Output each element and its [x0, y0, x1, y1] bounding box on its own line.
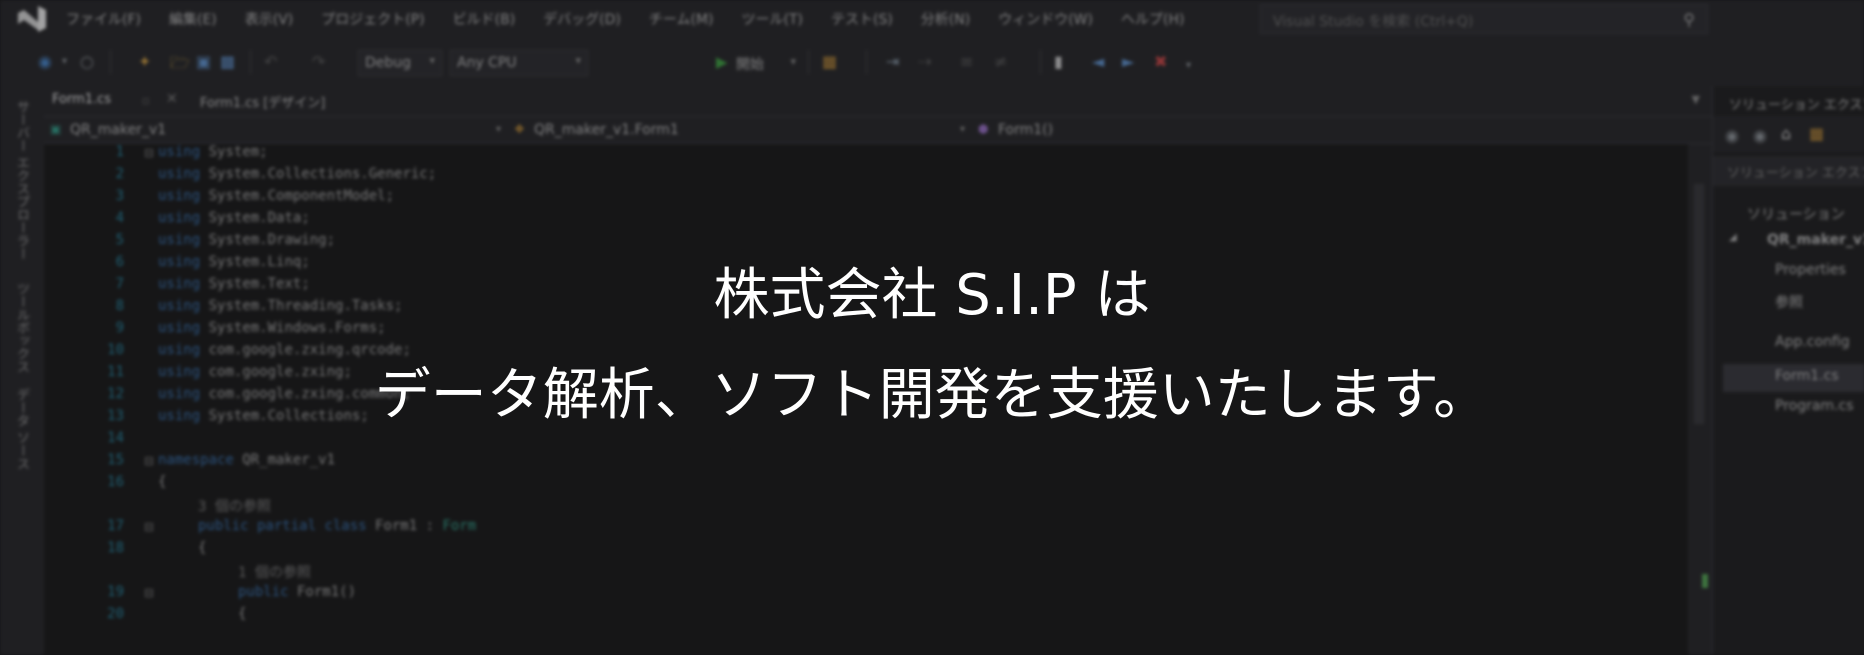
company-headline: 株式会社 S.I.P は: [713, 263, 1151, 328]
service-tagline: データ解析、ソフト開発を支援いたします。: [374, 363, 1490, 428]
